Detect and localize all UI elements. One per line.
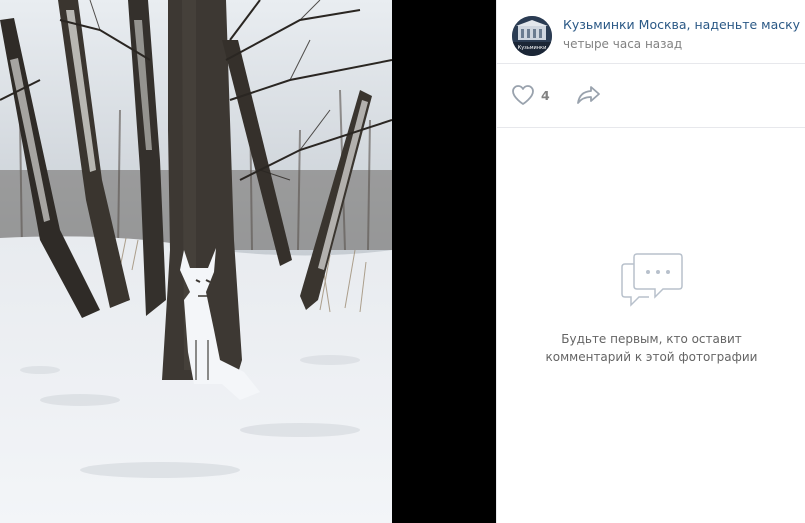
- viewer-backdrop[interactable]: [392, 0, 496, 523]
- comment-bubble-icon: [620, 253, 683, 307]
- photo-image[interactable]: [0, 0, 392, 523]
- community-avatar[interactable]: Кузьминки: [512, 16, 552, 56]
- avatar-text: Кузьминки: [518, 45, 547, 51]
- share-button[interactable]: [575, 83, 603, 107]
- author-header: Кузьминки Кузьминки Москва, наденьте мас…: [497, 0, 805, 64]
- post-time-link[interactable]: четыре часа назад: [563, 37, 682, 51]
- photo-side-panel: Кузьминки Кузьминки Москва, наденьте мас…: [496, 0, 805, 523]
- like-button[interactable]: 4: [511, 83, 550, 107]
- empty-comments-placeholder: Будьте первым, кто оставит комментарий к…: [497, 250, 805, 366]
- photo-viewer[interactable]: [0, 0, 392, 523]
- like-count: 4: [541, 87, 550, 103]
- share-arrow-icon: [577, 86, 600, 104]
- heart-icon: [512, 85, 534, 105]
- author-name-link[interactable]: Кузьминки Москва, наденьте маску: [563, 17, 800, 32]
- actions-bar: 4: [497, 64, 805, 128]
- avatar-image: Кузьминки: [512, 16, 552, 56]
- empty-comments-text: Будьте первым, кто оставит комментарий к…: [545, 332, 758, 364]
